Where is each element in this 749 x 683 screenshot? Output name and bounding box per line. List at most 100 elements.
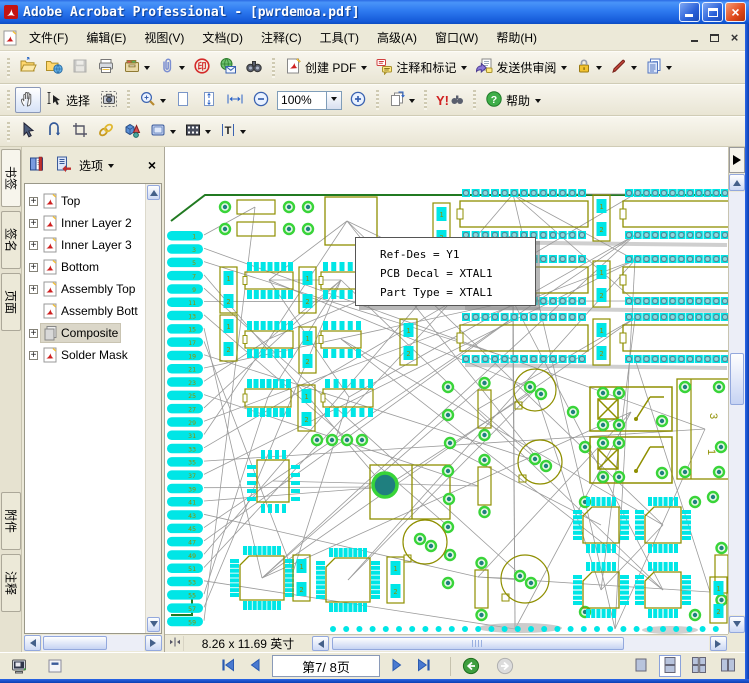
expander-plus-icon[interactable]: + (29, 241, 38, 250)
sign-button[interactable] (606, 55, 641, 81)
mdi-minimize-button[interactable] (686, 30, 703, 45)
menu-window[interactable]: 窗口(W) (426, 25, 487, 50)
toolbar-grip[interactable] (473, 90, 476, 110)
email-button[interactable] (215, 55, 241, 81)
3d-tool-button[interactable] (119, 119, 145, 145)
save-button[interactable] (67, 55, 93, 81)
document-vertical-scrollbar[interactable] (728, 147, 745, 634)
page-number-box[interactable]: 第7/ 8页 (272, 655, 380, 677)
menu-document[interactable]: 文档(D) (193, 25, 252, 50)
bookmark-item-inner-layer-2[interactable]: +Inner Layer 2 (29, 212, 143, 234)
menu-edit[interactable]: 编辑(E) (77, 25, 135, 50)
scroll-track[interactable] (330, 636, 709, 651)
toolbar-grip[interactable] (7, 58, 10, 78)
pcb-drawing[interactable]: 1357911131517192123252729313335373941434… (165, 147, 728, 634)
bookmarks-options-button[interactable]: 选项 (79, 157, 114, 174)
stamp-button[interactable]: 印 (189, 55, 215, 81)
first-page-button[interactable] (218, 656, 238, 676)
zoom-in-tool-button[interactable] (135, 87, 170, 113)
organizer-button[interactable] (119, 55, 154, 81)
scroll-thumb[interactable] (43, 636, 107, 650)
scroll-track[interactable] (729, 192, 745, 615)
bookmark-item-inner-layer-3[interactable]: +Inner Layer 3 (29, 234, 143, 256)
bookmark-item-assembly-bott[interactable]: Assembly Bott (29, 300, 143, 322)
zoom-dropdown-button[interactable] (327, 91, 342, 110)
scroll-track[interactable] (42, 635, 144, 651)
menu-view[interactable]: 视图(V) (135, 25, 193, 50)
zoom-level-input[interactable] (277, 91, 327, 110)
crop-tool-button[interactable] (67, 119, 93, 145)
open-web-button[interactable] (41, 55, 67, 81)
fit-width-button[interactable] (222, 87, 248, 113)
close-button[interactable]: × (725, 2, 746, 22)
expander-plus-icon[interactable]: + (29, 197, 38, 206)
scroll-thumb[interactable] (730, 353, 744, 405)
sidebar-tab-comments[interactable]: 注释 (1, 554, 21, 612)
actual-size-button[interactable] (170, 87, 196, 113)
expander-plus-icon[interactable]: + (29, 329, 38, 338)
sidebar-tab-pages[interactable]: 页面 (1, 273, 21, 331)
scroll-left-button[interactable] (312, 636, 329, 651)
toolbar-grip[interactable] (127, 90, 130, 110)
search-button[interactable] (241, 55, 267, 81)
next-page-button[interactable] (387, 656, 407, 676)
sidebar-tab-signatures[interactable]: 签名 (1, 211, 21, 269)
continuous-facing-button[interactable] (688, 655, 710, 677)
scroll-right-button[interactable] (145, 635, 162, 651)
maximize-button[interactable] (702, 2, 723, 22)
splitter-button[interactable] (166, 636, 184, 651)
sidebar-tab-bookmarks[interactable]: 书签 (1, 149, 21, 207)
new-bookmark-button[interactable] (53, 155, 73, 175)
expander-plus-icon[interactable]: + (29, 219, 38, 228)
bookmark-item-assembly-top[interactable]: +Assembly Top (29, 278, 143, 300)
menu-advanced[interactable]: 高级(A) (368, 25, 426, 50)
toolbar-overflow-button[interactable] (729, 147, 745, 173)
facing-button[interactable] (717, 655, 739, 677)
zoom-out-button[interactable] (248, 87, 274, 113)
article-tool-button[interactable] (41, 119, 67, 145)
expand-bookmark-button[interactable] (27, 155, 47, 175)
link-tool-button[interactable] (93, 119, 119, 145)
bookmark-item-composite[interactable]: +Composite (29, 322, 143, 344)
forms-button[interactable] (641, 55, 676, 81)
toolbar-grip[interactable] (376, 90, 379, 110)
scroll-down-button[interactable] (729, 616, 745, 633)
mdi-close-button[interactable]: × (726, 30, 743, 45)
scroll-down-button[interactable] (147, 617, 160, 632)
panel-close-button[interactable]: × (148, 157, 159, 173)
bookmark-item-solder-mask[interactable]: +Solder Mask (29, 344, 143, 366)
minimize-button[interactable] (679, 2, 700, 22)
scroll-up-button[interactable] (147, 185, 160, 200)
open-button[interactable] (15, 55, 41, 81)
previous-view-pages-button[interactable] (384, 87, 419, 113)
bookmarks-horizontal-scrollbar[interactable] (22, 634, 164, 652)
toolbar-grip[interactable] (424, 90, 427, 110)
select-tool-button[interactable]: 选择 (41, 87, 96, 113)
hand-tool-button[interactable] (15, 87, 41, 113)
next-view-button[interactable] (494, 656, 516, 678)
scroll-left-button[interactable] (24, 635, 41, 651)
select-object-tool-button[interactable] (15, 119, 41, 145)
secure-button[interactable] (571, 55, 606, 81)
previous-view-button[interactable] (460, 656, 482, 678)
sidebar-tab-attachments[interactable]: 附件 (1, 492, 21, 550)
menu-file[interactable]: 文件(F) (20, 25, 77, 50)
toolbar-grip[interactable] (7, 90, 10, 110)
scroll-thumb[interactable] (332, 637, 624, 650)
yahoo-search-button[interactable]: Y! (432, 87, 468, 113)
continuous-button[interactable] (659, 655, 681, 677)
movie-tool-button[interactable] (180, 119, 215, 145)
button-field-tool-button[interactable] (145, 119, 180, 145)
bookmark-item-bottom[interactable]: +Bottom (29, 256, 143, 278)
bookmark-item-top[interactable]: +Top (29, 190, 143, 212)
menu-tools[interactable]: 工具(T) (311, 25, 368, 50)
expander-plus-icon[interactable]: + (29, 351, 38, 360)
fullscreen-view-button[interactable] (8, 656, 30, 678)
fit-page-button[interactable] (196, 87, 222, 113)
hide-toolbars-button[interactable] (44, 656, 66, 678)
create-pdf-button[interactable]: 创建 PDF (280, 55, 371, 81)
last-page-button[interactable] (414, 656, 434, 676)
snapshot-tool-button[interactable] (96, 87, 122, 113)
comment-markup-button[interactable]: 注释和标记 (371, 55, 471, 81)
send-review-button[interactable]: 发送供审阅 (471, 55, 571, 81)
